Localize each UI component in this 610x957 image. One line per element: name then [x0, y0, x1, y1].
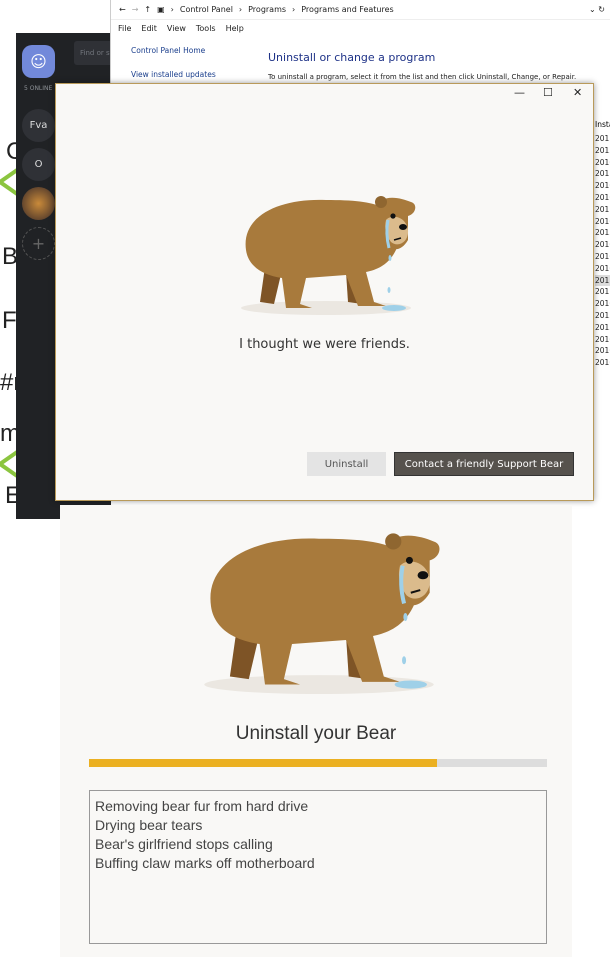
install-date-cell[interactable]: 2016 [595, 357, 610, 369]
install-date-cell[interactable]: 2016 [595, 239, 610, 251]
menu-bar: File Edit View Tools Help [118, 24, 244, 33]
install-date-cell[interactable]: 2016 [595, 157, 610, 169]
close-button[interactable]: ✕ [573, 86, 582, 99]
menu-tools[interactable]: Tools [196, 24, 216, 33]
install-date-cell[interactable]: 2017 [595, 286, 610, 298]
contact-support-button[interactable]: Contact a friendly Support Bear [394, 452, 574, 476]
install-date-cell[interactable]: 2017 [595, 133, 610, 145]
install-dates-column: 2017201520162017201620162017201620152016… [595, 133, 610, 369]
uninstaller-title: Uninstall your Bear [235, 723, 397, 744]
menu-help[interactable]: Help [226, 24, 244, 33]
breadcrumb-item[interactable]: Programs and Features [301, 5, 393, 14]
refresh-icon[interactable]: ⌄ ↻ [589, 5, 605, 14]
install-date-cell[interactable]: 2016 [595, 345, 610, 357]
install-date-cell[interactable]: 2016 [595, 180, 610, 192]
maximize-button[interactable]: ☐ [543, 86, 553, 99]
control-panel-home-link[interactable]: Control Panel Home [131, 46, 205, 55]
log-line: Bear's girlfriend stops calling [95, 836, 273, 852]
install-date-cell[interactable]: 2015 [595, 310, 610, 322]
column-header-installed[interactable]: Insta [595, 120, 610, 129]
install-date-cell[interactable]: 2017 [595, 274, 610, 287]
address-bar[interactable]: ← → ↑ ▣ › Control Panel › Programs › Progra… [111, 0, 610, 20]
install-date-cell[interactable]: 2017 [595, 204, 610, 216]
control-panel-icon: ▣ [157, 5, 165, 14]
guild-fva[interactable]: Fva [22, 109, 55, 142]
install-date-cell[interactable]: 2017 [595, 168, 610, 180]
guild-o[interactable]: O [22, 148, 55, 181]
install-date-cell[interactable]: 2016 [595, 192, 610, 204]
dialog-message: I thought we were friends. [239, 337, 410, 352]
install-date-cell[interactable]: 2015 [595, 145, 610, 157]
install-date-cell[interactable]: 2016 [595, 251, 610, 263]
menu-view[interactable]: View [167, 24, 186, 33]
uninstall-dialog: — ☐ ✕ I thought we were friends. Uninsta… [55, 83, 594, 501]
log-line: Removing bear fur from hard drive [95, 798, 309, 814]
breadcrumb-item[interactable]: Programs [248, 5, 286, 14]
up-icon[interactable]: ↑ [144, 5, 151, 14]
page-title: Uninstall or change a program [268, 51, 436, 64]
add-server-icon[interactable]: + [22, 227, 55, 260]
progress-fill [89, 759, 438, 767]
friends-icon[interactable]: ☺ [22, 45, 55, 78]
menu-file[interactable]: File [118, 24, 131, 33]
install-date-cell[interactable]: 2015 [595, 227, 610, 239]
uninstall-button[interactable]: Uninstall [307, 452, 386, 476]
crying-bear-illustration [204, 533, 440, 694]
progress-bar [89, 759, 547, 767]
uninstall-log: Removing bear fur from hard drive Drying… [89, 790, 547, 944]
install-date-cell[interactable]: 2016 [595, 298, 610, 310]
install-date-cell[interactable]: 2015 [595, 322, 610, 334]
search-input[interactable]: Find or st [74, 41, 114, 65]
crying-bear-illustration [241, 196, 416, 315]
uninstaller-panel: Uninstall your Bear Removing bear fur fr… [60, 505, 572, 957]
breadcrumb-item[interactable]: Control Panel [180, 5, 233, 14]
log-line: Buffing claw marks off motherboard [95, 855, 315, 871]
guild-avatar[interactable] [22, 187, 55, 220]
forward-icon[interactable]: → [132, 5, 139, 14]
back-icon[interactable]: ← [119, 5, 126, 14]
install-date-cell[interactable]: 2016 [595, 263, 610, 275]
log-line: Drying bear tears [95, 817, 203, 833]
install-date-cell[interactable]: 2016 [595, 216, 610, 228]
bg-letter: F [2, 307, 17, 334]
install-date-cell[interactable]: 2016 [595, 334, 610, 346]
view-updates-link[interactable]: View installed updates [131, 70, 216, 79]
page-description: To uninstall a program, select it from t… [268, 73, 577, 81]
minimize-button[interactable]: — [514, 86, 525, 99]
menu-edit[interactable]: Edit [141, 24, 157, 33]
online-count: 5 ONLINE [24, 85, 53, 92]
